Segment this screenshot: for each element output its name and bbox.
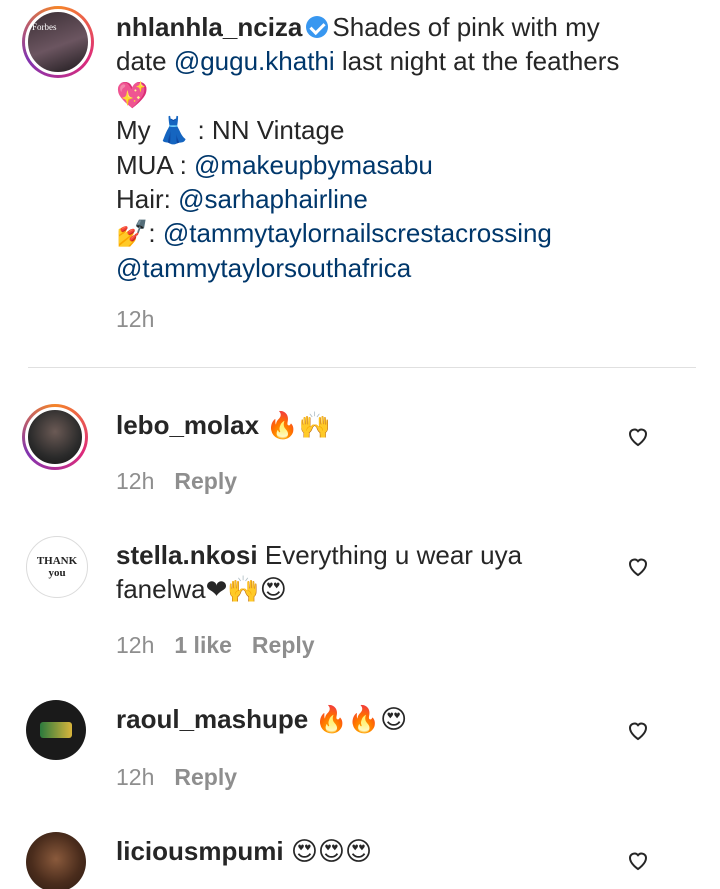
caption-line: : (148, 218, 163, 248)
comment-item: lebo_molax 🔥🙌 12h Reply (0, 400, 720, 510)
commenter-avatar[interactable] (26, 700, 86, 760)
comment-item: raoul_mashupe 🔥🔥😍 12h Reply (0, 694, 720, 804)
like-heart-icon[interactable] (626, 848, 650, 872)
comment-meta: 12h Reply (116, 764, 257, 791)
comment-username[interactable]: raoul_mashupe (116, 704, 308, 734)
comment-meta: 12h Reply (116, 468, 257, 495)
reply-button[interactable]: Reply (174, 764, 237, 790)
mention-link[interactable]: @makeupbymasabu (194, 150, 433, 180)
verified-badge-icon (306, 16, 329, 38)
comment-timestamp: 12h (116, 764, 155, 790)
caption-line: date (116, 46, 174, 76)
comment-emoji: ❤🙌😍 (205, 575, 287, 605)
comment-body: 😍😍😍 (290, 837, 373, 867)
caption-line: MUA : (116, 150, 195, 180)
reply-button[interactable]: Reply (252, 632, 315, 658)
author-avatar[interactable]: Forbes (22, 6, 94, 78)
comment-text: stella.nkosi Everything u wear uya fanel… (116, 538, 596, 607)
comment-body: 🔥🔥😍 (315, 705, 408, 735)
comment-text: liciousmpumi 😍😍😍 (116, 834, 596, 869)
nail-polish-emoji: 💅 (116, 219, 149, 249)
reply-button[interactable]: Reply (174, 468, 237, 494)
comment-item: liciousmpumi 😍😍😍 (0, 826, 720, 889)
comment-body: Everything u wear uya (264, 540, 523, 570)
post-timestamp: 12h (116, 306, 155, 332)
dress-emoji: 👗 (157, 116, 191, 146)
comment-username[interactable]: stella.nkosi (116, 540, 258, 570)
commenter-avatar[interactable] (22, 404, 88, 470)
like-heart-icon[interactable] (626, 424, 650, 448)
author-username[interactable]: nhlanhla_nciza (116, 12, 302, 42)
comment-meta: 12h 1 like Reply (116, 632, 335, 659)
caption-line: My (116, 115, 158, 145)
post-caption: Forbes nhlanhla_nciza Shades of pink with… (0, 0, 720, 368)
mention-link[interactable]: @sarhaphairline (178, 184, 368, 214)
comment-body: 🔥🙌 (266, 411, 332, 441)
caption-line: last night at the feathers (334, 46, 620, 76)
comment-timestamp: 12h (116, 632, 155, 658)
divider (28, 367, 696, 368)
comment-body: fanelwa (116, 574, 206, 604)
mention-link[interactable]: @tammytaylorsouthafrica (116, 253, 411, 283)
comment-username[interactable]: lebo_molax (116, 410, 259, 440)
comment-item: THANK you stella.nkosi Everything u wear… (0, 530, 720, 670)
commenter-avatar[interactable]: THANK you (26, 536, 88, 598)
caption-line: Hair: (116, 184, 179, 214)
comment-text: lebo_molax 🔥🙌 (116, 408, 596, 443)
comment-text: raoul_mashupe 🔥🔥😍 (116, 702, 596, 737)
sparkling-heart-emoji: 💖 (116, 81, 149, 111)
comment-username[interactable]: liciousmpumi (116, 836, 284, 866)
commenter-avatar[interactable] (26, 832, 86, 889)
mention-link[interactable]: @gugu.khathi (174, 46, 335, 76)
caption-line: Shades of pink with my (332, 12, 600, 42)
caption-line: : NN Vintage (190, 115, 345, 145)
like-heart-icon[interactable] (626, 718, 650, 742)
avatar-text: THANK you (36, 555, 78, 579)
caption-text: nhlanhla_nciza Shades of pink with my dat… (116, 10, 676, 285)
like-count[interactable]: 1 like (174, 632, 232, 658)
comment-timestamp: 12h (116, 468, 155, 494)
like-heart-icon[interactable] (626, 554, 650, 578)
mention-link[interactable]: @tammytaylornailscrestacrossing (163, 218, 552, 248)
avatar-logo-text: Forbes (32, 22, 57, 32)
